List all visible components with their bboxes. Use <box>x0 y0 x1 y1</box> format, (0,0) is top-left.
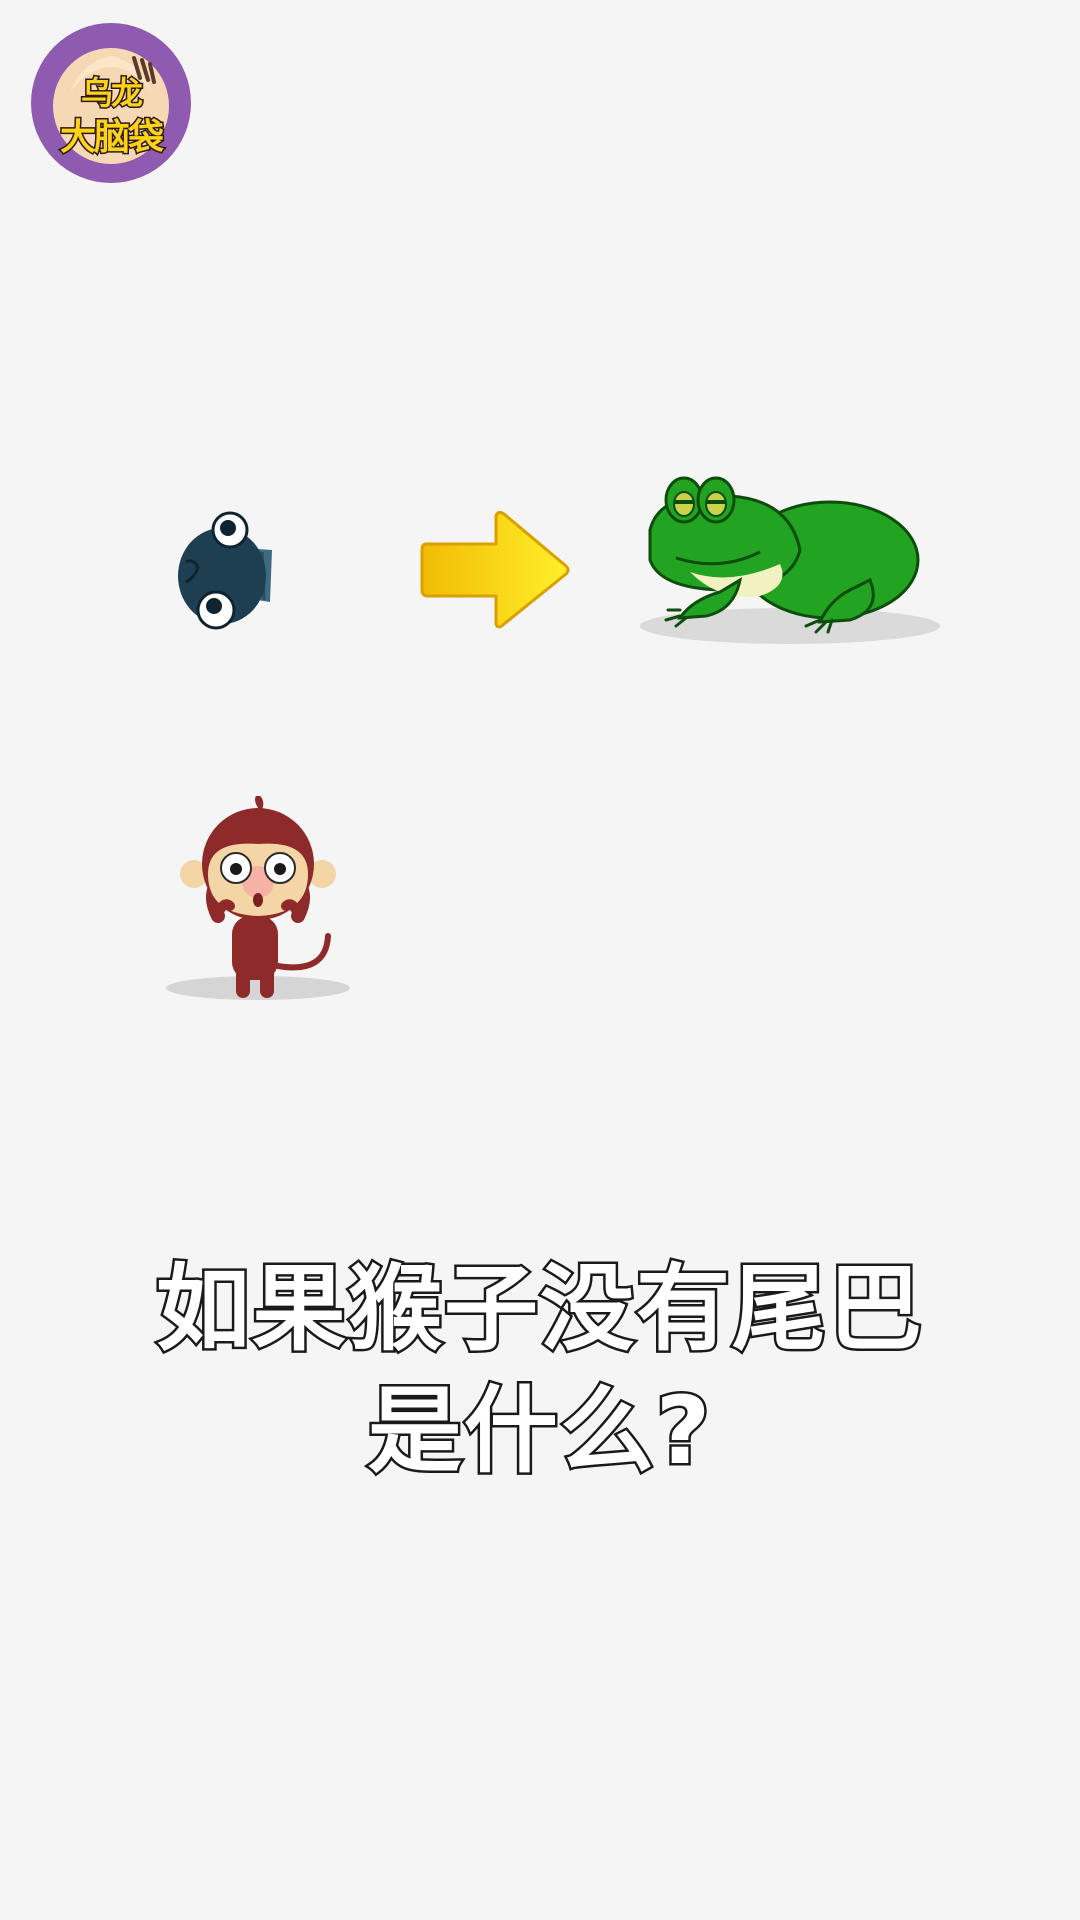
monkey-icon <box>166 796 350 1000</box>
frog-icon <box>640 476 940 644</box>
logo-badge: 乌龙 大脑袋 <box>30 22 192 184</box>
tadpole-icon <box>178 511 272 630</box>
question-text-line2: 是什么? <box>365 1375 713 1489</box>
question-text-line1: 如果猴子没有尾巴 <box>153 1253 924 1367</box>
screen: 乌龙 大脑袋 如果猴子没有尾巴 是什么? <box>0 0 1080 1920</box>
arrow-right-icon <box>420 510 570 629</box>
logo-text-line2: 大脑袋 <box>58 116 165 160</box>
